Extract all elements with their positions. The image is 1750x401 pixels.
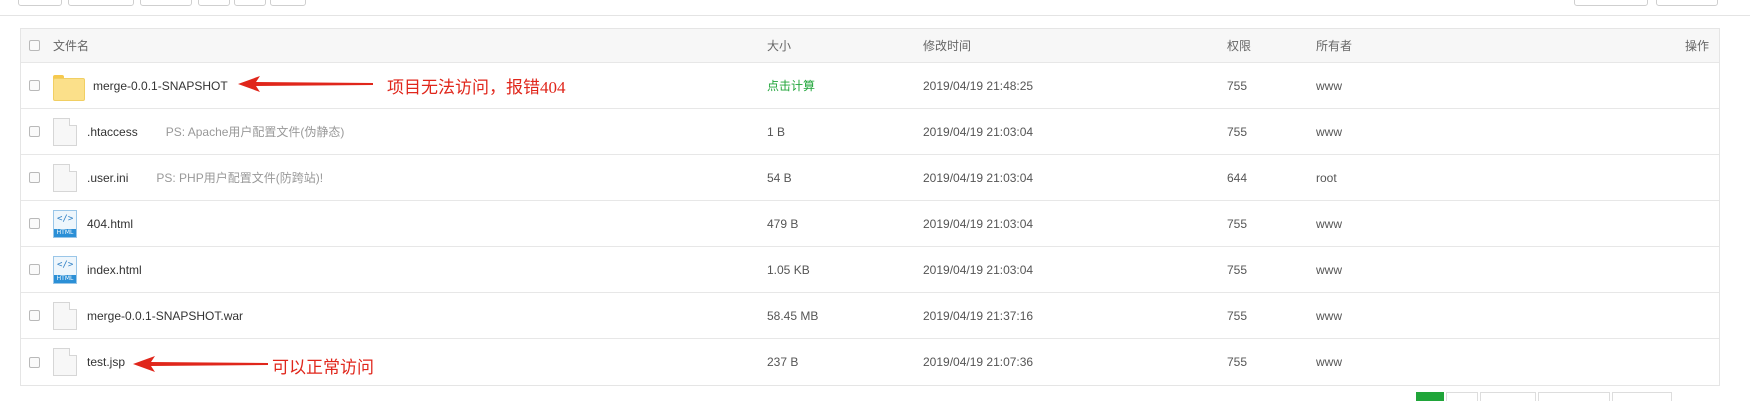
table-row[interactable]: </> HTML index.html 1.05 KB 2019/04/19 21… bbox=[21, 247, 1719, 293]
file-name[interactable]: test.jsp bbox=[87, 355, 125, 369]
col-owner-header: 所有者 bbox=[1316, 39, 1353, 53]
file-icon bbox=[53, 117, 77, 146]
toolbar bbox=[0, 0, 1750, 16]
modified-time: 2019/04/19 21:07:36 bbox=[923, 355, 1034, 369]
calculate-size-link[interactable]: 点击计算 bbox=[767, 77, 815, 94]
table-row[interactable]: </> HTML 404.html 479 B 2019/04/19 21:03:… bbox=[21, 201, 1719, 247]
table-header: 文件名 大小 修改时间 权限 所有者 操作 bbox=[21, 29, 1719, 63]
permission[interactable]: 755 bbox=[1227, 201, 1247, 246]
toolbar-button[interactable] bbox=[68, 0, 134, 6]
col-action-header: 操作 bbox=[1684, 39, 1709, 53]
row-checkbox[interactable] bbox=[29, 80, 40, 91]
file-size: 58.45 MB bbox=[767, 308, 819, 323]
modified-time: 2019/04/19 21:03:04 bbox=[923, 124, 1034, 139]
file-note: PS: PHP用户配置文件(防跨站)! bbox=[156, 171, 324, 185]
select-all-checkbox[interactable] bbox=[29, 40, 40, 51]
file-size: 479 B bbox=[767, 216, 799, 231]
col-mtime-header[interactable]: 修改时间 bbox=[923, 29, 971, 62]
file-icon bbox=[53, 301, 77, 330]
folder-icon bbox=[53, 73, 85, 101]
modified-time: 2019/04/19 21:37:16 bbox=[923, 308, 1034, 323]
file-size: 54 B bbox=[767, 170, 792, 185]
permission[interactable]: 755 bbox=[1227, 339, 1247, 385]
permission[interactable]: 755 bbox=[1227, 109, 1247, 154]
pagination-button[interactable] bbox=[1538, 392, 1610, 401]
file-name[interactable]: index.html bbox=[87, 263, 142, 277]
toolbar-button[interactable] bbox=[270, 0, 306, 6]
toolbar-view-toggle[interactable] bbox=[1656, 0, 1718, 6]
owner[interactable]: www bbox=[1316, 63, 1342, 108]
row-checkbox[interactable] bbox=[29, 126, 40, 137]
owner[interactable]: www bbox=[1316, 339, 1342, 385]
toolbar-button[interactable] bbox=[140, 0, 192, 6]
file-name[interactable]: merge-0.0.1-SNAPSHOT.war bbox=[87, 309, 243, 323]
modified-time: 2019/04/19 21:03:04 bbox=[923, 170, 1034, 185]
file-note: PS: Apache用户配置文件(伪静态) bbox=[165, 125, 345, 139]
annotation-folder-error: 项目无法访问，报错404 bbox=[387, 78, 566, 97]
table-row[interactable]: merge-0.0.1-SNAPSHOT.war 58.45 MB 2019/0… bbox=[21, 293, 1719, 339]
owner[interactable]: www bbox=[1316, 201, 1342, 246]
file-name[interactable]: .user.ini bbox=[87, 171, 128, 185]
file-name[interactable]: 404.html bbox=[87, 217, 133, 231]
annotation-jsp-ok: 可以正常访问 bbox=[272, 358, 374, 377]
owner[interactable]: www bbox=[1316, 109, 1342, 154]
pagination-button[interactable] bbox=[1446, 392, 1478, 401]
file-size: 1 B bbox=[767, 124, 786, 139]
modified-time: 2019/04/19 21:03:04 bbox=[923, 216, 1034, 231]
file-size: 237 B bbox=[767, 355, 799, 369]
owner[interactable]: root bbox=[1316, 155, 1337, 200]
table-row[interactable]: .htaccess PS: Apache用户配置文件(伪静态) 1 B 2019… bbox=[21, 109, 1719, 155]
row-checkbox[interactable] bbox=[29, 218, 40, 229]
pagination-button[interactable] bbox=[1612, 392, 1672, 401]
row-checkbox[interactable] bbox=[29, 172, 40, 183]
modified-time: 2019/04/19 21:03:04 bbox=[923, 262, 1034, 277]
permission[interactable]: 755 bbox=[1227, 293, 1247, 338]
pagination-button[interactable] bbox=[1480, 392, 1536, 401]
toolbar-button[interactable] bbox=[198, 0, 230, 6]
col-name-header[interactable]: 文件名 bbox=[53, 29, 89, 62]
file-size: 1.05 KB bbox=[767, 262, 810, 277]
row-checkbox[interactable] bbox=[29, 264, 40, 275]
owner[interactable]: www bbox=[1316, 293, 1342, 338]
file-name[interactable]: merge-0.0.1-SNAPSHOT bbox=[93, 79, 228, 93]
table-row[interactable]: .user.ini PS: PHP用户配置文件(防跨站)! 54 B 2019/… bbox=[21, 155, 1719, 201]
toolbar-button[interactable] bbox=[234, 0, 266, 6]
annotation-arrow-folder bbox=[238, 76, 373, 92]
toolbar-search[interactable] bbox=[1574, 0, 1648, 6]
file-name[interactable]: .htaccess bbox=[87, 125, 138, 139]
modified-time: 2019/04/19 21:48:25 bbox=[923, 78, 1034, 93]
pagination-current-page[interactable] bbox=[1416, 392, 1444, 401]
col-size-header[interactable]: 大小 bbox=[767, 29, 791, 62]
row-checkbox[interactable] bbox=[29, 310, 40, 321]
permission[interactable]: 644 bbox=[1227, 155, 1247, 200]
col-perm-header: 权限 bbox=[1227, 39, 1252, 53]
row-checkbox[interactable] bbox=[29, 356, 40, 368]
html-file-icon: </> HTML bbox=[53, 255, 77, 284]
permission[interactable]: 755 bbox=[1227, 247, 1247, 292]
owner[interactable]: www bbox=[1316, 247, 1342, 292]
file-icon bbox=[53, 348, 77, 376]
annotation-arrow-jsp bbox=[133, 356, 268, 372]
toolbar-button[interactable] bbox=[18, 0, 62, 6]
file-icon bbox=[53, 163, 77, 192]
html-file-icon: </> HTML bbox=[53, 209, 77, 238]
permission[interactable]: 755 bbox=[1227, 63, 1247, 108]
